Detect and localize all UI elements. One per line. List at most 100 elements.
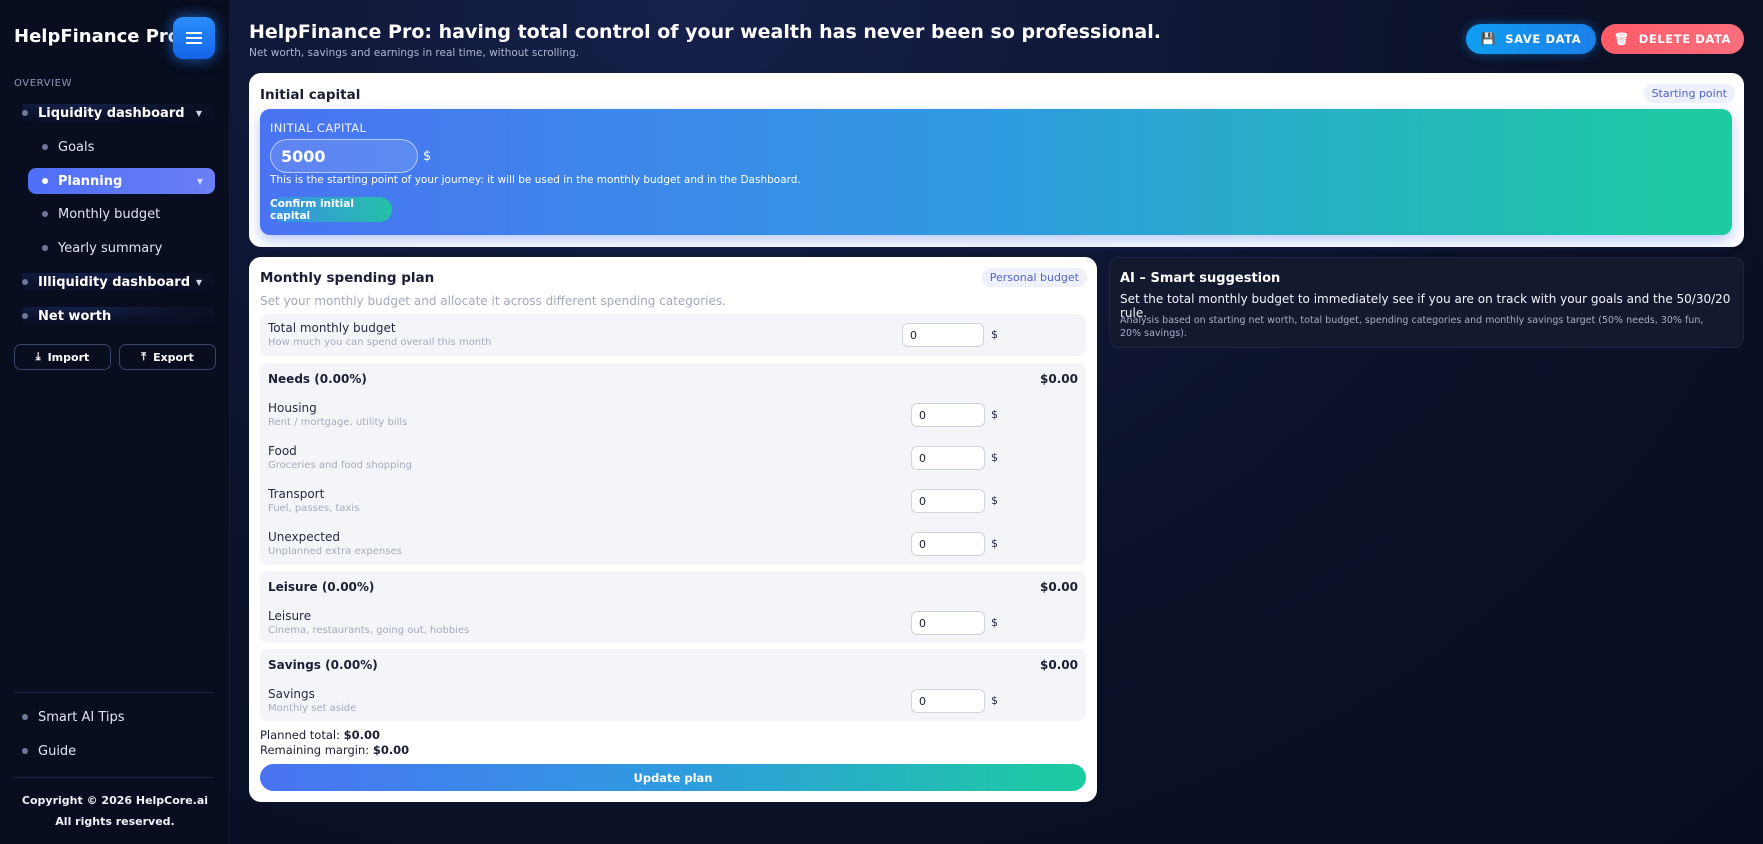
hamburger-icon bbox=[186, 32, 202, 44]
needs-section: Needs (0.00%) $0.00 Housing Rent / mortg… bbox=[260, 363, 1086, 565]
sidebar-item-planning[interactable]: Planning ▼ bbox=[28, 168, 215, 194]
initial-capital-panel: INITIAL CAPITAL 5000 $ This is the start… bbox=[260, 109, 1732, 235]
brand-title: HelpFinance Pro bbox=[14, 26, 181, 47]
sidebar-item-net-worth[interactable]: Net worth bbox=[22, 307, 214, 325]
currency-label: $ bbox=[991, 451, 998, 464]
section-header: Leisure (0.00%) bbox=[268, 580, 375, 594]
sidebar-item-label: Goals bbox=[58, 139, 95, 155]
row-hint: Rent / mortgage, utility bills bbox=[268, 417, 408, 428]
ai-suggestion-card: AI – Smart suggestion Set the total mont… bbox=[1109, 257, 1744, 348]
bullet-icon bbox=[22, 279, 28, 285]
caret-down-icon: ▼ bbox=[195, 108, 202, 118]
section-amount: $0.00 bbox=[1040, 580, 1078, 594]
remaining-margin-value: $0.00 bbox=[372, 743, 410, 757]
ai-title: AI – Smart suggestion bbox=[1120, 271, 1281, 286]
planned-total: Planned total: $0.00 bbox=[260, 728, 380, 742]
initial-capital-card: Initial capital Starting point INITIAL C… bbox=[249, 73, 1744, 247]
sidebar-item-liquidity-dashboard[interactable]: Liquidity dashboard ▼ bbox=[22, 104, 214, 122]
export-button[interactable]: ⤒ Export bbox=[119, 344, 216, 370]
personal-budget-badge: Personal budget bbox=[981, 268, 1087, 287]
delete-data-button[interactable]: 🗑 DELETE DATA bbox=[1601, 24, 1744, 54]
currency-label: $ bbox=[991, 494, 998, 507]
caret-down-icon: ▼ bbox=[196, 176, 203, 186]
sidebar-item-yearly-summary[interactable]: Yearly summary bbox=[42, 239, 212, 257]
monthly-spending-plan-card: Monthly spending plan Personal budget Se… bbox=[249, 257, 1097, 802]
sidebar-item-goals[interactable]: Goals bbox=[42, 138, 212, 156]
floppy-icon: 💾 bbox=[1480, 32, 1497, 46]
save-label: SAVE DATA bbox=[1505, 32, 1582, 46]
section-header: Needs (0.00%) bbox=[268, 372, 367, 386]
divider bbox=[14, 777, 214, 778]
bullet-icon bbox=[22, 714, 28, 720]
initial-capital-description: This is the starting point of your journ… bbox=[270, 174, 801, 186]
section-title: OVERVIEW bbox=[14, 78, 73, 89]
section-amount: $0.00 bbox=[1040, 372, 1078, 386]
remaining-margin-label: Remaining margin: bbox=[260, 743, 370, 757]
total-budget-section: Total monthly budget How much you can sp… bbox=[260, 314, 1086, 356]
sidebar-item-smart-ai-tips[interactable]: Smart AI Tips bbox=[22, 708, 214, 726]
row-hint: How much you can spend overall this mont… bbox=[268, 337, 492, 348]
row-label: Total monthly budget bbox=[268, 321, 396, 335]
row-label: Unexpected bbox=[268, 530, 340, 544]
bullet-icon bbox=[42, 211, 48, 217]
sidebar-item-monthly-budget[interactable]: Monthly budget bbox=[42, 205, 212, 223]
save-data-button[interactable]: 💾 SAVE DATA bbox=[1466, 24, 1596, 54]
import-label: Import bbox=[47, 350, 90, 364]
main-area: HelpFinance Pro: having total control of… bbox=[230, 0, 1763, 844]
upload-icon: ⤒ bbox=[141, 350, 147, 363]
row-label: Food bbox=[268, 444, 297, 458]
trash-icon: 🗑 bbox=[1613, 32, 1630, 46]
food-input[interactable]: 0 bbox=[911, 446, 985, 470]
initial-capital-label: INITIAL CAPITAL bbox=[270, 121, 367, 135]
plan-subtitle: Set your monthly budget and allocate it … bbox=[260, 294, 726, 308]
savings-input[interactable]: 0 bbox=[911, 689, 985, 713]
sidebar: HelpFinance Pro OVERVIEW Liquidity dashb… bbox=[0, 0, 230, 844]
sidebar-item-label: Yearly summary bbox=[58, 240, 163, 256]
row-label: Housing bbox=[268, 401, 317, 415]
update-plan-button[interactable]: Update plan bbox=[260, 764, 1086, 791]
row-hint: Monthly set aside bbox=[268, 703, 357, 714]
export-label: Export bbox=[153, 350, 194, 364]
sidebar-item-label: Net worth bbox=[38, 308, 112, 324]
copyright-line: All rights reserved. bbox=[55, 815, 175, 828]
download-icon: ⤓ bbox=[35, 350, 41, 363]
currency-label: $ bbox=[991, 694, 998, 707]
leisure-input[interactable]: 0 bbox=[911, 611, 985, 635]
row-hint: Unplanned extra expenses bbox=[268, 546, 402, 557]
currency-label: $ bbox=[423, 149, 432, 164]
currency-label: $ bbox=[991, 328, 998, 341]
section-amount: $0.00 bbox=[1040, 658, 1078, 672]
savings-section: Savings (0.00%) $0.00 Savings Monthly se… bbox=[260, 649, 1086, 721]
planned-total-label: Planned total: bbox=[260, 728, 340, 742]
sidebar-item-label: Smart AI Tips bbox=[38, 709, 125, 725]
caret-down-icon: ▼ bbox=[195, 277, 202, 287]
remaining-margin: Remaining margin: $0.00 bbox=[260, 743, 409, 757]
transport-input[interactable]: 0 bbox=[911, 489, 985, 513]
sidebar-item-label: Liquidity dashboard bbox=[38, 105, 185, 121]
card-title: Monthly spending plan bbox=[260, 270, 435, 286]
section-header: Savings (0.00%) bbox=[268, 658, 378, 672]
import-button[interactable]: ⤓ Import bbox=[14, 344, 111, 370]
row-hint: Fuel, passes, taxis bbox=[268, 503, 360, 514]
sidebar-item-label: Planning bbox=[58, 173, 123, 189]
unexpected-input[interactable]: 0 bbox=[911, 532, 985, 556]
total-budget-input[interactable]: 0 bbox=[902, 323, 984, 347]
row-hint: Cinema, restaurants, going out, hobbies bbox=[268, 625, 470, 636]
sidebar-item-guide[interactable]: Guide bbox=[22, 742, 214, 760]
bullet-icon bbox=[42, 178, 48, 184]
currency-label: $ bbox=[991, 408, 998, 421]
initial-capital-input[interactable]: 5000 bbox=[270, 139, 418, 173]
menu-toggle-button[interactable] bbox=[173, 17, 215, 59]
housing-input[interactable]: 0 bbox=[911, 403, 985, 427]
sidebar-item-label: Monthly budget bbox=[58, 206, 161, 222]
page-title: HelpFinance Pro: having total control of… bbox=[249, 21, 1161, 43]
page-subtitle: Net worth, savings and earnings in real … bbox=[249, 47, 580, 59]
copyright-line: Copyright © 2026 HelpCore.ai bbox=[21, 794, 209, 807]
currency-label: $ bbox=[991, 616, 998, 629]
bullet-icon bbox=[42, 144, 48, 150]
bullet-icon bbox=[22, 748, 28, 754]
bullet-icon bbox=[22, 110, 28, 116]
sidebar-item-illiquidity-dashboard[interactable]: Illiquidity dashboard ▼ bbox=[22, 273, 214, 291]
ai-analysis-note: Analysis based on starting net worth, to… bbox=[1120, 315, 1704, 339]
confirm-initial-capital-button[interactable]: Confirm initial capital bbox=[270, 197, 392, 222]
